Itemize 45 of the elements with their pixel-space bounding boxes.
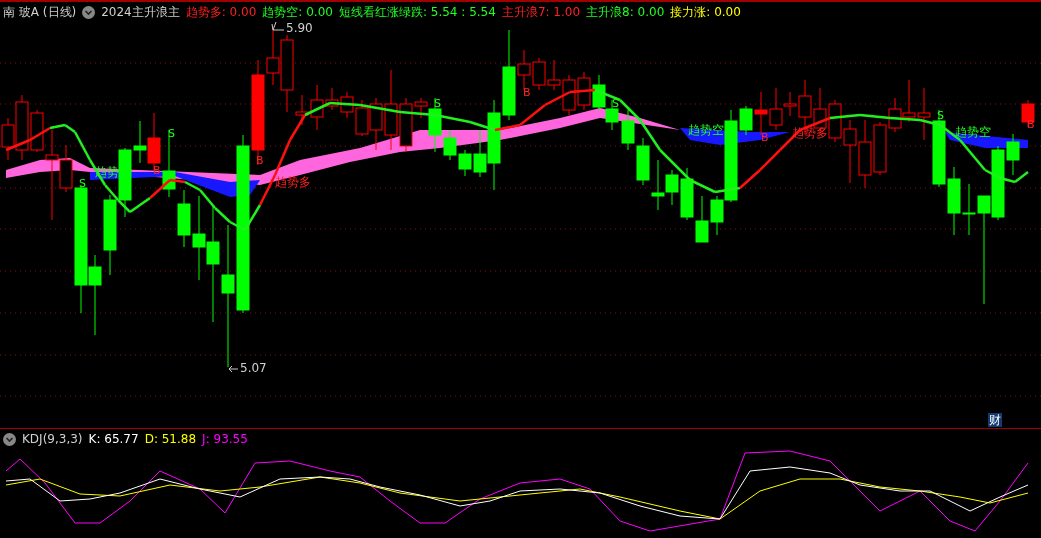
candlestick xyxy=(858,119,872,189)
candlestick xyxy=(355,99,369,137)
buy-signal: B xyxy=(153,165,161,176)
price-label: 5.90 xyxy=(286,22,313,34)
sell-signal: S xyxy=(168,128,175,139)
buy-signal: B xyxy=(1027,119,1035,130)
sell-signal: S xyxy=(612,98,619,109)
sell-signal: S xyxy=(79,178,86,189)
arrow-icon xyxy=(228,365,239,373)
price-label: 5.07 xyxy=(240,362,267,374)
indicator-value: 短线看红涨绿跌: 5.54 : 5.54 xyxy=(338,3,496,21)
candlestick xyxy=(1021,99,1035,128)
trend-label: 趋势多 xyxy=(275,176,311,188)
indicator-value: 趋势空: 0.00 xyxy=(262,3,333,21)
dropdown-icon[interactable] xyxy=(82,5,96,19)
buy-signal: B xyxy=(256,155,264,166)
sell-signal: S xyxy=(434,98,441,109)
sell-signal: S xyxy=(937,110,944,121)
candlestick xyxy=(340,91,354,119)
candlestick xyxy=(577,71,591,111)
indicator-value: 趋势多: 0.00 xyxy=(185,3,257,21)
candlestick xyxy=(547,59,561,91)
indicator-value: J: 93.55 xyxy=(202,432,248,446)
candlestick xyxy=(636,137,650,186)
candlestick xyxy=(651,159,665,211)
indicator-value: 主升浪8: 0.00 xyxy=(586,3,665,21)
candlestick xyxy=(902,79,916,123)
indicator-value: D: 51.88 xyxy=(144,432,197,446)
finance-badge[interactable]: 财 xyxy=(988,413,1002,427)
candlestick xyxy=(532,57,546,91)
candlestick xyxy=(621,109,635,151)
candlestick xyxy=(947,166,961,236)
buy-signal: B xyxy=(523,87,531,98)
candlestick xyxy=(592,74,606,111)
stock-title: 南 玻A (日线) xyxy=(3,3,77,21)
indicator-value: 接力涨: 0.00 xyxy=(670,3,741,21)
candlestick xyxy=(562,74,576,116)
indicator-value: 主升浪7: 1.00 xyxy=(501,3,581,21)
candlestick xyxy=(695,195,709,243)
indicator-name: 2024主升浪主 xyxy=(101,3,180,21)
dropdown-icon[interactable] xyxy=(3,432,16,446)
candlestick xyxy=(605,99,619,131)
arrow-icon xyxy=(271,22,285,31)
indicator-name: KDJ(9,3,3) xyxy=(22,432,83,446)
indicator-value: K: 65.77 xyxy=(88,432,139,446)
